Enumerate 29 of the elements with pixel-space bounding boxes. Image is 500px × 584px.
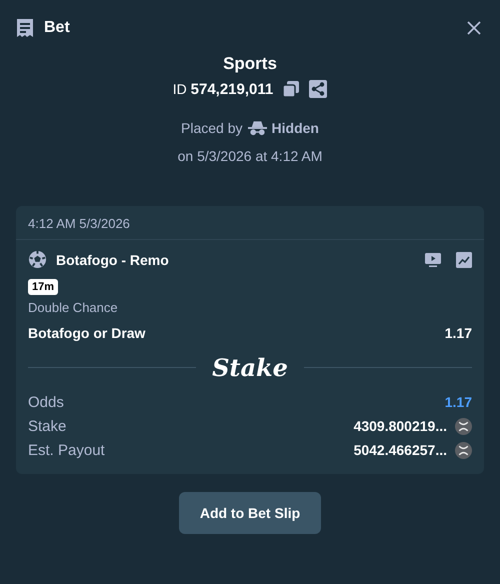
selection-name: Botafogo or Draw	[28, 325, 146, 341]
currency-icon	[455, 442, 472, 458]
detail-value: 1.17	[444, 394, 472, 410]
detail-value: 5042.466257...	[354, 442, 447, 458]
card-timestamp: 4:12 AM 5/3/2026	[16, 206, 484, 240]
tv-play-icon[interactable]	[425, 252, 441, 268]
placed-by-user: Hidden	[272, 120, 319, 136]
selection-odds: 1.17	[444, 325, 472, 341]
modal-title: Bet	[44, 19, 71, 37]
placed-date: on 5/3/2026 at 4:12 AM	[178, 148, 322, 164]
soccer-ball-icon	[28, 250, 47, 269]
detail-value: 4309.800219...	[354, 418, 447, 434]
receipt-icon	[16, 18, 34, 38]
placed-by-label: Placed by	[181, 120, 243, 136]
bet-category: Sports	[223, 54, 277, 74]
detail-label: Est. Payout	[28, 442, 106, 458]
add-to-bet-slip-button[interactable]: Add to Bet Slip	[178, 492, 322, 534]
match-name[interactable]: Botafogo - Remo	[56, 252, 410, 268]
time-badge: 17m	[28, 279, 58, 295]
copy-icon[interactable]	[282, 80, 300, 98]
bet-id: ID 574,219,011	[172, 80, 274, 98]
chart-icon[interactable]	[456, 252, 472, 268]
currency-icon	[455, 418, 472, 434]
detail-label: Stake	[28, 418, 68, 434]
incognito-icon	[248, 120, 267, 136]
detail-label: Odds	[28, 394, 65, 410]
market-name: Double Chance	[28, 300, 119, 315]
share-icon[interactable]	[309, 80, 328, 98]
brand-logo: Stake	[212, 353, 288, 382]
